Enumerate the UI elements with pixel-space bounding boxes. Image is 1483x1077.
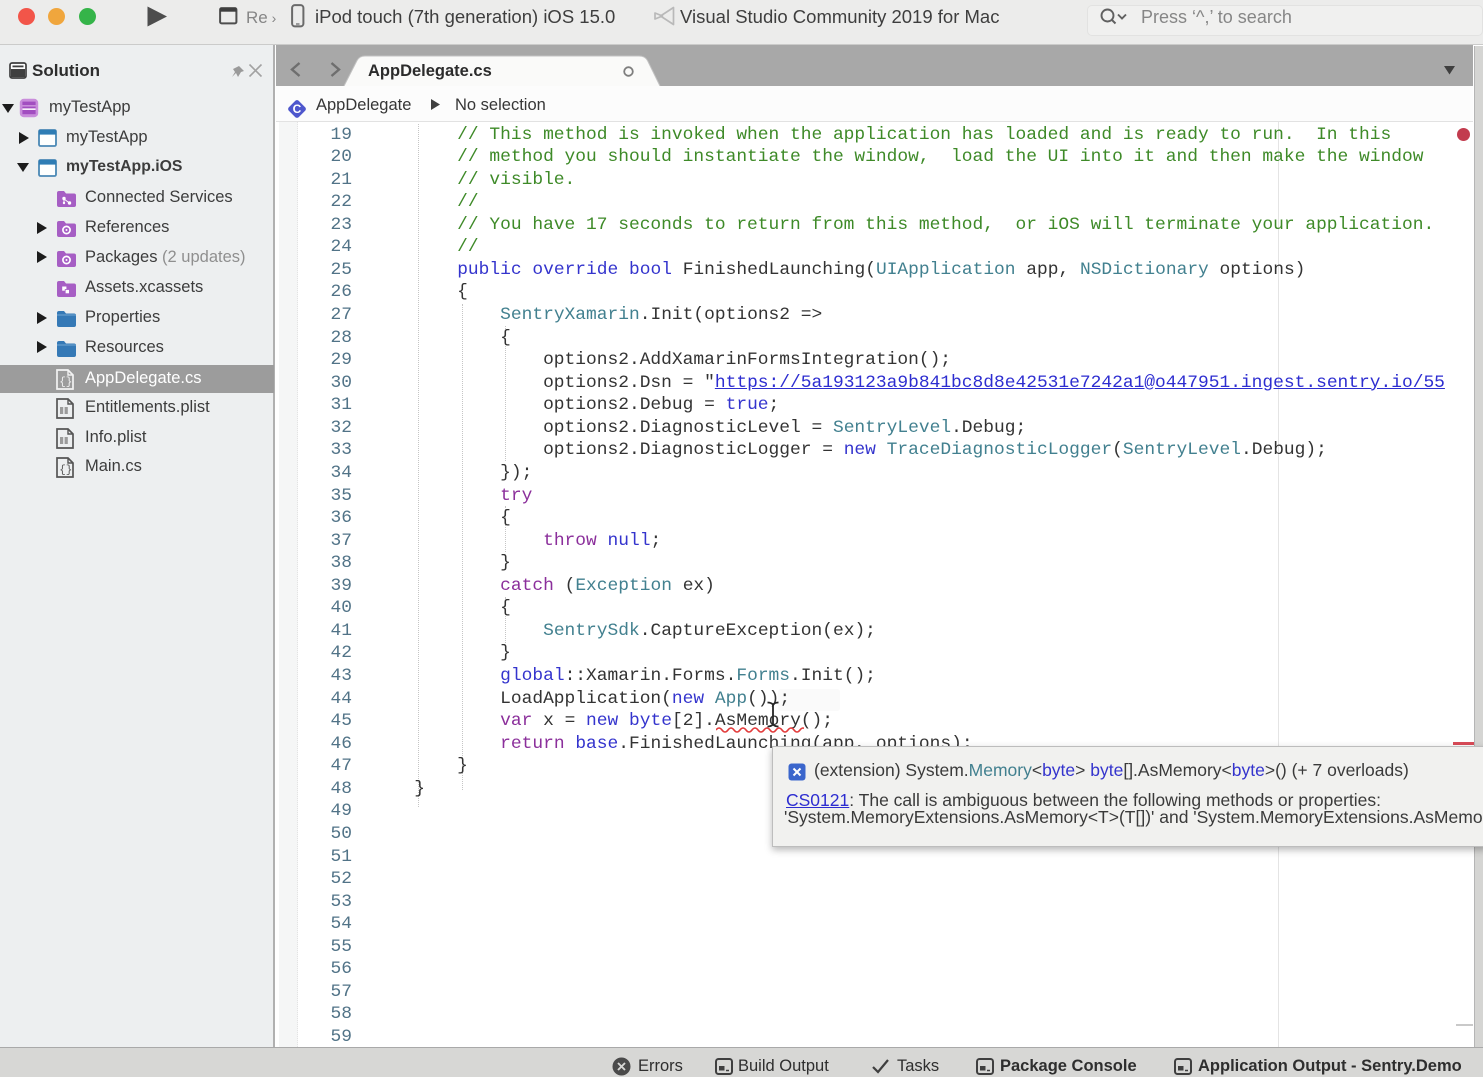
svg-text:C: C	[293, 102, 302, 116]
svg-text:{}: {}	[59, 465, 72, 477]
svg-text:{}: {}	[59, 376, 72, 388]
